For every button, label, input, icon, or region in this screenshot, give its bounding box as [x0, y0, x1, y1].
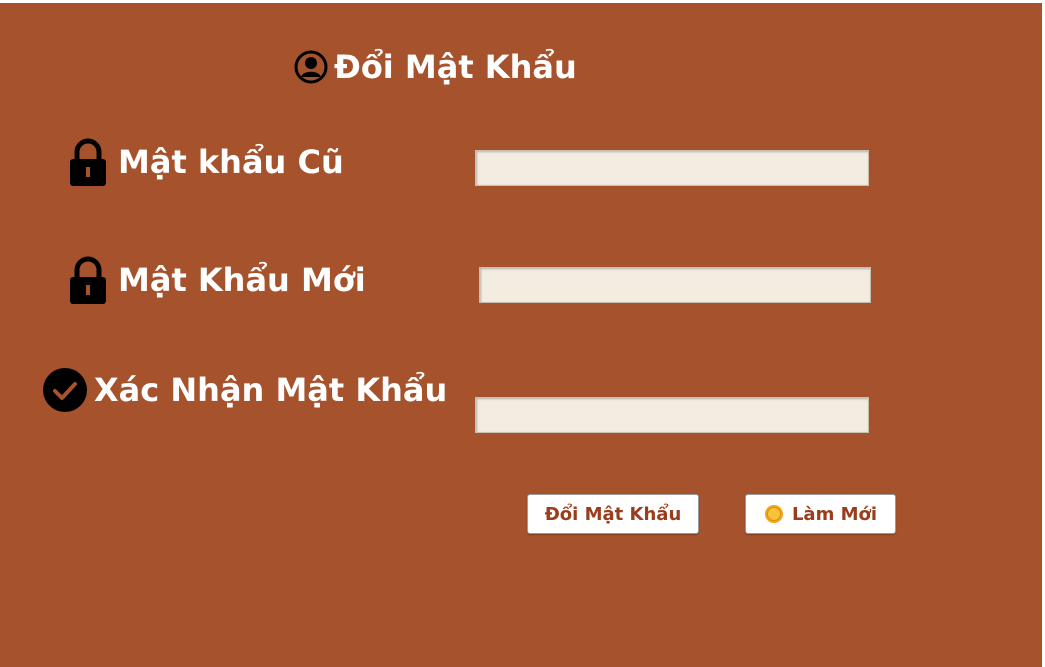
- confirm-password-label: Xác Nhận Mật Khẩu: [42, 365, 447, 415]
- new-password-label-text: Mật Khẩu Mới: [118, 261, 366, 299]
- confirm-password-input[interactable]: [476, 398, 868, 432]
- coin-icon: [764, 504, 784, 524]
- change-password-panel: Đổi Mật Khẩu Mật khẩu Cũ Mật Khẩu Mới Xá…: [0, 3, 1042, 667]
- refresh-button[interactable]: Làm Mới: [745, 494, 896, 534]
- new-password-input[interactable]: [480, 268, 870, 302]
- refresh-button-label: Làm Mới: [791, 503, 878, 525]
- old-password-input[interactable]: [476, 151, 868, 185]
- confirm-password-label-text: Xác Nhận Mật Khẩu: [94, 371, 448, 409]
- lock-icon: [68, 256, 108, 304]
- lock-icon: [68, 138, 108, 186]
- change-password-button[interactable]: Đổi Mật Khẩu: [527, 494, 699, 534]
- page-title-text: Đổi Mật Khẩu: [334, 48, 577, 86]
- old-password-label-text: Mật khẩu Cũ: [118, 143, 344, 181]
- user-circle-icon: [294, 50, 328, 84]
- old-password-label: Mật khẩu Cũ: [68, 137, 344, 187]
- change-password-button-label: Đổi Mật Khẩu: [544, 503, 682, 525]
- new-password-label: Mật Khẩu Mới: [68, 255, 366, 305]
- page-title: Đổi Mật Khẩu: [294, 47, 577, 87]
- check-circle-icon: [42, 367, 88, 413]
